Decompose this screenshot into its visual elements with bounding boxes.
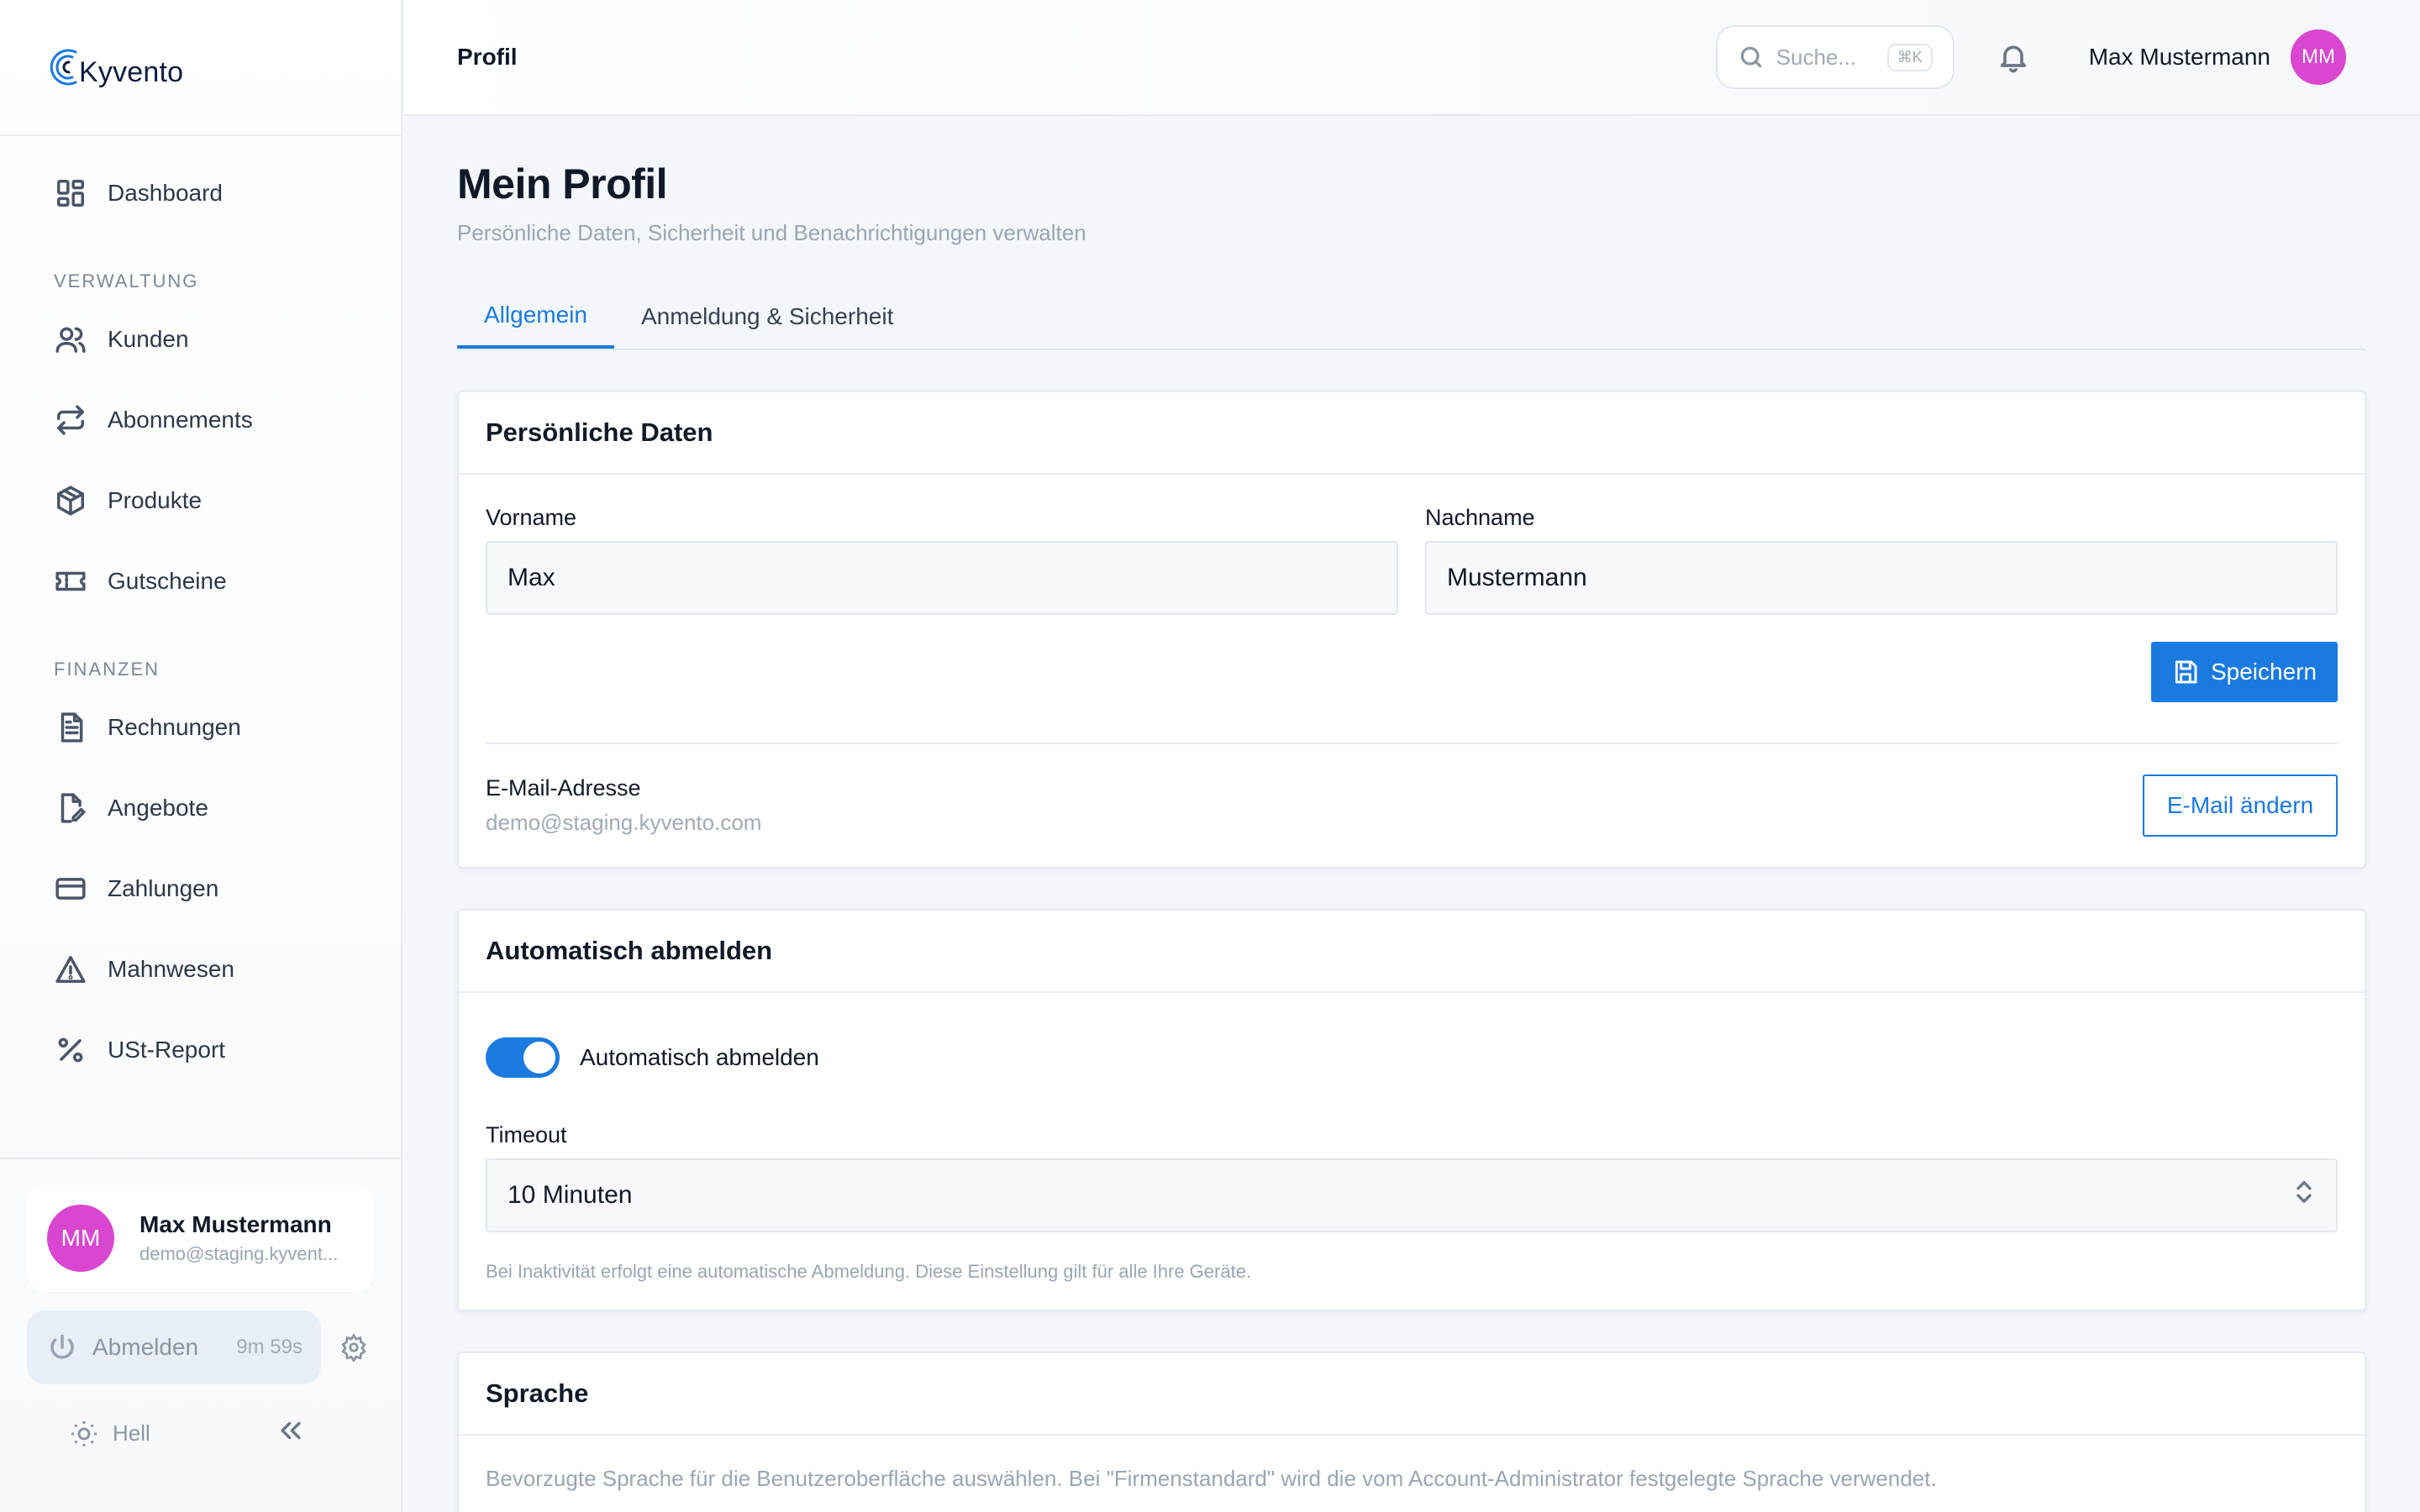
first-name-field[interactable]: Max [486,541,1398,615]
page-subtitle: Persönliche Daten, Sicherheit und Benach… [457,220,1086,245]
bell-icon[interactable] [1996,40,2030,74]
search-icon [1740,46,1761,68]
page-title: Mein Profil [457,160,668,207]
search-input[interactable]: Suche... ⌘K [1715,25,1954,89]
sidebar-item-label: Gutscheine [108,568,227,594]
sidebar-nav: Dashboard VERWALTUNG Kunden Abonnements … [0,136,401,1090]
user-card[interactable]: MM Max Mustermann demo@staging.kyvent... [27,1184,374,1292]
sidebar-footer: MM Max Mustermann demo@staging.kyvent...… [0,1158,401,1512]
sidebar-item-angebote[interactable]: Angebote [0,768,401,848]
sidebar-item-dashboard[interactable]: Dashboard [0,153,401,234]
auto-logout-toggle[interactable] [486,1037,560,1078]
timeout-hint: Bei Inaktivität erfolgt eine automatisch… [486,1261,1252,1282]
header-avatar[interactable]: MM [2291,29,2346,85]
dashboard-icon [54,176,87,210]
nav-section-title: VERWALTUNG [54,270,199,291]
sidebar-item-label: Produkte [108,487,203,513]
brand-logo[interactable]: Kyvento [45,45,183,89]
logout-row: Abmelden 9m 59s [27,1310,374,1384]
last-name-field[interactable]: Mustermann [1425,541,2338,615]
sidebar-item-ust-report[interactable]: USt-Report [0,1010,401,1090]
sidebar-item-kunden[interactable]: Kunden [0,299,401,380]
save-icon [2175,660,2197,684]
theme-toggle[interactable]: Hell [27,1416,374,1451]
logout-button[interactable]: Abmelden 9m 59s [27,1310,321,1384]
sidebar-item-zahlungen[interactable]: Zahlungen [0,848,401,929]
language-description: Bevorzugte Sprache für die Benutzeroberf… [486,1466,1937,1491]
sidebar-item-label: Angebote [108,795,208,821]
card-title: Automatisch abmelden [459,911,2365,993]
sidebar-item-mahnwesen[interactable]: Mahnwesen [0,929,401,1010]
save-label: Speichern [2210,659,2317,685]
user-name: Max Mustermann [139,1211,332,1237]
repeat-icon [54,403,87,437]
credit-card-icon [54,872,87,906]
card-title: Persönliche Daten [459,392,2365,475]
ticket-icon [54,564,87,598]
sidebar-item-label: USt-Report [108,1037,226,1063]
tab-allgemein[interactable]: Allgemein [457,285,614,349]
user-email: demo@staging.kyvent... [139,1243,339,1264]
percent-icon [54,1033,87,1067]
brand-name: Kyvento [79,56,184,88]
nav-section-title: FINANZEN [54,659,160,680]
logout-timer: 9m 59s [236,1336,302,1358]
logo-area: Kyvento [0,0,401,136]
sidebar-item-label: Zahlungen [108,875,219,901]
change-email-button[interactable]: E-Mail ändern [2143,774,2338,837]
sidebar-item-label: Mahnwesen [108,956,234,982]
power-icon [50,1334,74,1359]
users-icon [54,323,87,356]
auto-logout-card: Automatisch abmelden Automatisch abmelde… [457,909,2366,1311]
warning-icon [54,953,87,986]
main-content: Mein Profil Persönliche Daten, Sicherhei… [457,116,2366,1512]
avatar: MM [47,1205,114,1272]
gear-icon[interactable] [339,1333,368,1363]
save-button[interactable]: Speichern [2151,642,2338,702]
tab-anmeldung-sicherheit[interactable]: Anmeldung & Sicherheit [614,285,920,349]
collapse-sidebar-icon[interactable] [276,1416,318,1451]
top-bar: Profil Suche... ⌘K Max Mustermann MM [404,0,2420,116]
email-label: E-Mail-Adresse [486,775,641,801]
timeout-select[interactable]: 10 Minuten [486,1158,2338,1232]
sidebar-item-label: Abonnements [108,407,253,433]
search-placeholder: Suche... [1776,44,1857,70]
sidebar-item-label: Rechnungen [108,714,241,740]
last-name-label: Nachname [1425,505,1535,530]
user-meta: Max Mustermann demo@staging.kyvent... [139,1211,338,1265]
chevron-up-down-icon [2292,1178,2316,1213]
personal-data-card: Persönliche Daten Vorname Max Nachname M… [457,391,2366,869]
sidebar-item-label: Dashboard [108,180,223,206]
document-icon [54,711,87,744]
edit-document-icon [54,791,87,825]
logout-label: Abmelden [92,1334,199,1360]
tabs: Allgemein Anmeldung & Sicherheit [457,286,2366,350]
timeout-value: 10 Minuten [508,1181,633,1209]
header-user-name[interactable]: Max Mustermann [2089,44,2270,71]
box-icon [54,484,87,517]
sidebar: Kyvento Dashboard VERWALTUNG Kunden Abon… [0,0,402,1512]
sidebar-item-rechnungen[interactable]: Rechnungen [0,687,401,768]
email-value: demo@staging.kyvento.com [486,810,762,835]
shortcut-badge: ⌘K [1886,43,1933,71]
card-title: Sprache [459,1353,2365,1436]
sidebar-item-gutscheine[interactable]: Gutscheine [0,541,401,622]
sidebar-item-label: Kunden [108,326,189,352]
theme-label: Hell [113,1420,150,1446]
first-name-label: Vorname [486,505,577,530]
toggle-label: Automatisch abmelden [580,1044,819,1070]
language-card: Sprache Bevorzugte Sprache für die Benut… [457,1352,2366,1512]
sun-icon [71,1420,97,1446]
breadcrumb: Profil [457,44,518,70]
sidebar-item-abonnements[interactable]: Abonnements [0,380,401,460]
timeout-label: Timeout [486,1122,567,1147]
sidebar-item-produkte[interactable]: Produkte [0,460,401,541]
